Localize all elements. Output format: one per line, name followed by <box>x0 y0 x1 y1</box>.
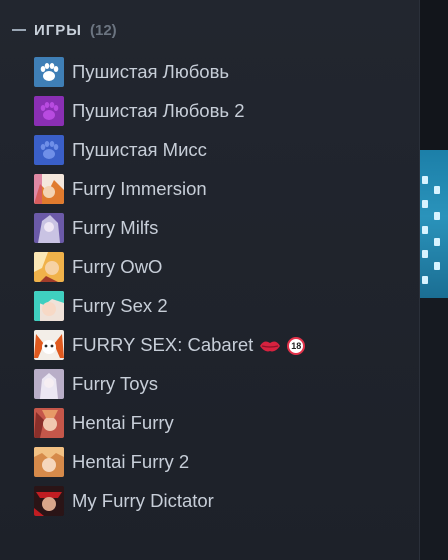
game-title: Hentai Furry 2 <box>72 450 190 472</box>
game-item[interactable]: Пушистая Любовь <box>34 52 414 91</box>
no-under-18-emoji: 18 <box>287 336 306 355</box>
steam-library-sidebar: ИГРЫ (12) Пушистая Любовь Пушистая Любов… <box>0 0 448 560</box>
section-count: (12) <box>89 21 117 39</box>
game-item[interactable]: Furry Milfs <box>34 208 414 247</box>
game-item[interactable]: Furry Sex 2 <box>34 286 414 325</box>
game-art-icon <box>34 329 64 360</box>
game-item[interactable]: Пушистая Мисс <box>34 130 414 169</box>
game-title: FURRY SEX: Cabaret 18 <box>72 333 306 356</box>
paw-icon <box>34 95 64 126</box>
game-title: My Furry Dictator <box>72 489 214 511</box>
game-title: Пушистая Любовь <box>72 60 230 82</box>
collapse-icon[interactable] <box>12 29 26 31</box>
game-title: Furry Immersion <box>72 177 207 199</box>
paw-icon <box>34 56 64 87</box>
game-art-icon <box>34 485 64 516</box>
paw-icon <box>34 134 64 165</box>
game-title: Furry Sex 2 <box>72 294 168 316</box>
game-item[interactable]: Furry OwO <box>34 247 414 286</box>
game-title: Hentai Furry <box>72 411 174 433</box>
game-item[interactable]: My Furry Dictator <box>34 481 414 520</box>
hero-art-fragment <box>420 150 448 298</box>
game-art-icon <box>34 212 64 243</box>
games-section-header[interactable]: ИГРЫ (12) <box>12 18 117 42</box>
game-title: Пушистая Любовь 2 <box>72 99 245 121</box>
game-art-icon <box>34 251 64 282</box>
game-title: Furry Milfs <box>72 216 159 238</box>
game-title: Furry OwO <box>72 255 163 277</box>
game-art-icon <box>34 290 64 321</box>
game-title: Furry Toys <box>72 372 159 394</box>
game-art-icon <box>34 407 64 438</box>
game-title-text: FURRY SEX: Cabaret <box>72 333 254 355</box>
game-item[interactable]: Furry Immersion <box>34 169 414 208</box>
game-title: Пушистая Мисс <box>72 138 207 160</box>
game-item[interactable]: Пушистая Любовь 2 <box>34 91 414 130</box>
game-item[interactable]: Furry Toys <box>34 364 414 403</box>
lips-emoji <box>260 341 281 352</box>
game-list: Пушистая Любовь Пушистая Любовь 2 Пушист… <box>34 52 414 520</box>
game-details-panel-edge <box>420 0 448 560</box>
game-art-icon <box>34 173 64 204</box>
section-title: ИГРЫ <box>34 21 82 39</box>
game-item[interactable]: FURRY SEX: Cabaret 18 <box>34 325 414 364</box>
game-art-icon <box>34 446 64 477</box>
game-art-icon <box>34 368 64 399</box>
game-item[interactable]: Hentai Furry 2 <box>34 442 414 481</box>
game-item[interactable]: Hentai Furry <box>34 403 414 442</box>
